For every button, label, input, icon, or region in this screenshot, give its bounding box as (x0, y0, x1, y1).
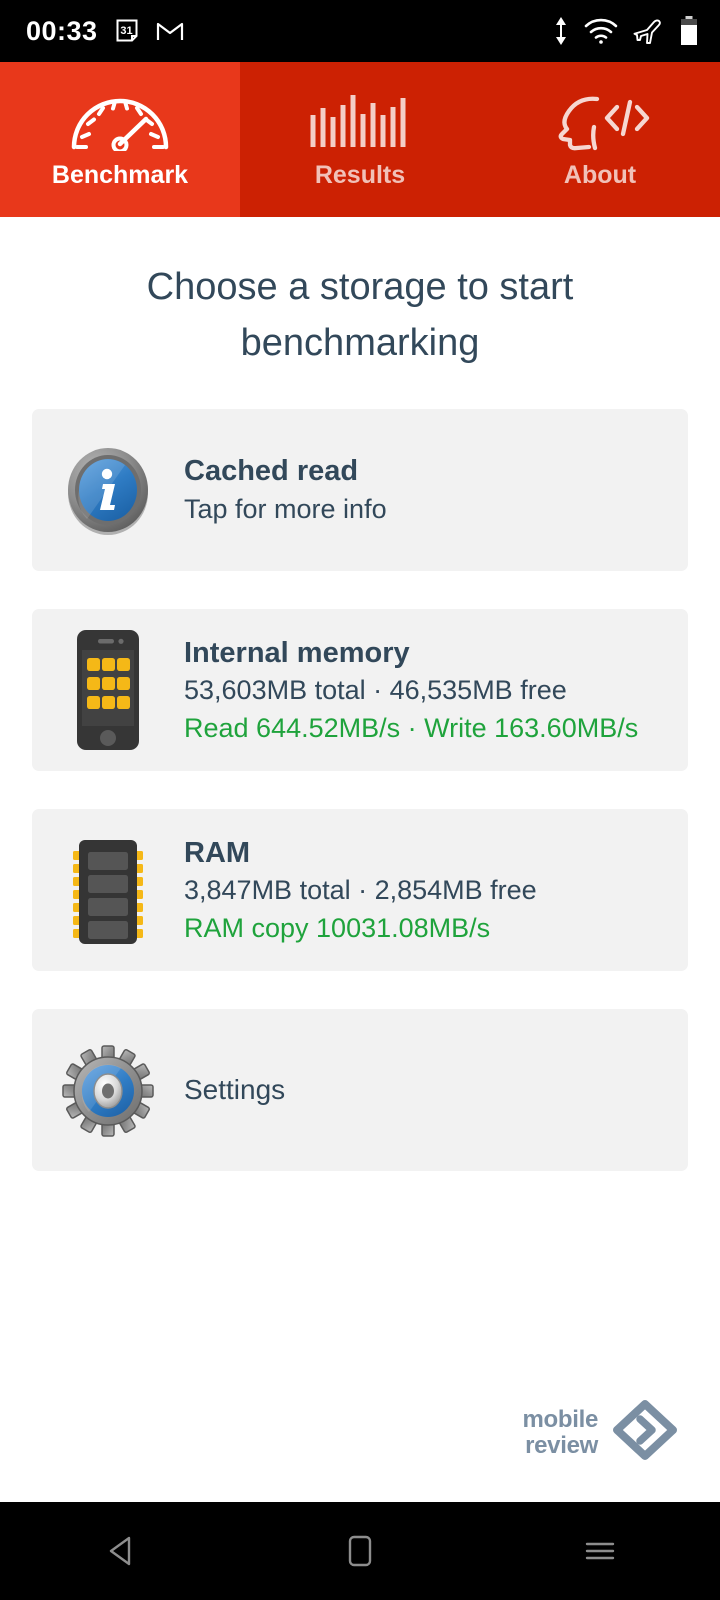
card-internal-memory-text: Internal memory 53,603MB total · 46,535M… (184, 634, 638, 748)
diamond-arrow-icon (612, 1399, 678, 1466)
card-ram[interactable]: RAM 3,847MB total · 2,854MB free RAM cop… (32, 809, 688, 972)
card-cached-read[interactable]: Cached read Tap for more info (32, 409, 688, 572)
main-content: Choose a storage to start benchmarking C… (0, 217, 720, 1502)
card-cached-read-title: Cached read (184, 455, 359, 488)
card-settings[interactable]: Settings (32, 1009, 688, 1172)
speedometer-icon (68, 91, 172, 151)
tab-results[interactable]: Results (240, 62, 480, 217)
gear-icon (60, 1042, 156, 1138)
card-ram-title: RAM (184, 836, 251, 869)
home-icon[interactable] (300, 1502, 420, 1600)
android-navigation-bar (0, 1502, 720, 1600)
card-ram-subtitle: 3,847MB total · 2,854MB free (184, 874, 537, 905)
card-cached-read-text: Cached read Tap for more info (184, 452, 387, 528)
storage-card-list: Cached read Tap for more info Internal m… (0, 409, 720, 1172)
card-internal-memory[interactable]: Internal memory 53,603MB total · 46,535M… (32, 609, 688, 772)
status-bar-left: 00:33 31 (26, 15, 184, 46)
tab-about-label: About (563, 161, 637, 189)
tab-benchmark[interactable]: Benchmark (0, 62, 240, 217)
wifi-icon (584, 18, 618, 44)
bar-chart-icon (307, 91, 413, 151)
back-icon[interactable] (60, 1502, 180, 1600)
card-settings-title: Settings (184, 1073, 286, 1105)
card-internal-memory-subtitle: 53,603MB total · 46,535MB free (184, 674, 567, 705)
tab-benchmark-label: Benchmark (51, 161, 189, 189)
info-icon (60, 443, 156, 537)
phone-icon (60, 628, 156, 752)
mobile-review-logo: mobile review (522, 1399, 678, 1466)
status-bar-right (553, 16, 698, 46)
page-title: Choose a storage to start benchmarking (146, 266, 574, 365)
logo-line-1: mobile (522, 1406, 598, 1434)
recents-icon[interactable] (540, 1502, 660, 1600)
logo-line-2: review (525, 1431, 598, 1459)
gmail-icon (156, 19, 184, 43)
card-cached-read-subtitle: Tap for more info (184, 493, 387, 524)
data-transfer-icon (553, 16, 569, 46)
airplane-mode-icon (633, 17, 665, 45)
card-settings-text: Settings (184, 1072, 285, 1109)
head-code-icon (545, 91, 655, 151)
status-bar-clock: 00:33 (26, 15, 98, 46)
svg-text:31: 31 (120, 25, 132, 37)
tab-about[interactable]: About (480, 62, 720, 217)
calendar-31-icon: 31 (114, 18, 140, 44)
tab-bar: Benchmark Results About (0, 62, 720, 217)
logo-wordmark: mobile review (522, 1407, 598, 1458)
ram-module-icon (60, 828, 156, 952)
battery-icon (680, 16, 698, 46)
status-bar: 00:33 31 (0, 0, 720, 62)
card-ram-text: RAM 3,847MB total · 2,854MB free RAM cop… (184, 834, 537, 948)
card-internal-memory-title: Internal memory (184, 636, 410, 669)
tab-results-label: Results (314, 161, 406, 189)
card-internal-memory-speed: Read 644.52MB/s · Write 163.60MB/s (184, 712, 639, 743)
phone-screen: 00:33 31 Benchmark Results About Choose … (0, 0, 720, 1600)
card-ram-speed: RAM copy 10031.08MB/s (184, 912, 491, 943)
